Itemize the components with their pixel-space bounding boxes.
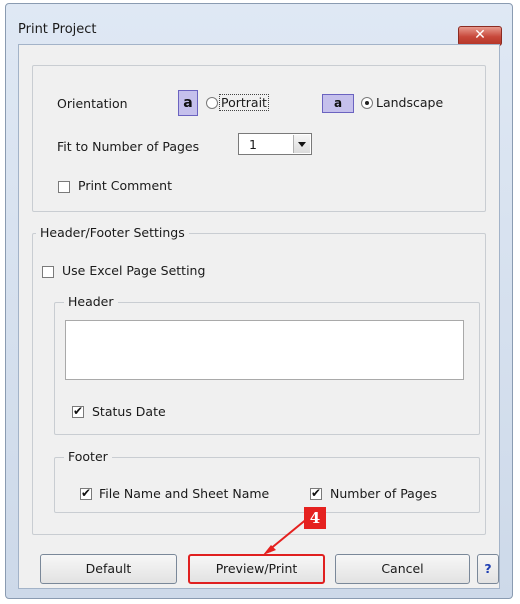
print-comment-checkbox[interactable] xyxy=(58,181,70,193)
header-footer-legend: Header/Footer Settings xyxy=(36,225,189,240)
dialog-title: Print Project xyxy=(18,22,97,37)
portrait-radio[interactable] xyxy=(206,97,218,109)
footer-group: Footer File Name and Sheet Name Number o… xyxy=(54,449,480,513)
landscape-label[interactable]: Landscape xyxy=(376,95,443,110)
footer-legend: Footer xyxy=(64,449,112,464)
pages-checkbox[interactable] xyxy=(310,486,322,500)
cancel-button[interactable]: Cancel xyxy=(335,554,470,584)
close-button[interactable]: ✕ xyxy=(458,26,502,46)
header-footer-group: Header/Footer Settings Use Excel Page Se… xyxy=(32,225,486,535)
file-sheet-checkbox[interactable] xyxy=(80,486,92,500)
pages-label[interactable]: Number of Pages xyxy=(330,486,437,501)
fit-pages-select[interactable]: 1 xyxy=(238,133,312,155)
header-legend: Header xyxy=(64,294,118,309)
fit-pages-value: 1 xyxy=(249,137,257,152)
print-project-dialog: Print Project ✕ Orientation a Portrait a… xyxy=(5,3,513,599)
status-date-checkbox[interactable] xyxy=(72,404,84,418)
portrait-icon: a xyxy=(178,90,198,116)
status-date-label[interactable]: Status Date xyxy=(92,404,166,419)
header-text-input[interactable] xyxy=(65,320,464,380)
use-excel-label[interactable]: Use Excel Page Setting xyxy=(62,263,205,278)
file-sheet-label[interactable]: File Name and Sheet Name xyxy=(99,486,269,501)
header-group: Header Status Date xyxy=(54,294,480,435)
landscape-radio[interactable] xyxy=(361,97,373,109)
landscape-icon: a xyxy=(322,94,354,113)
title-bar: Print Project ✕ xyxy=(6,4,512,46)
print-options-group: Orientation a Portrait a Landscape Fit t… xyxy=(32,65,486,212)
preview-print-button[interactable]: Preview/Print xyxy=(188,554,325,584)
help-button[interactable]: ? xyxy=(477,554,499,584)
close-icon: ✕ xyxy=(474,27,486,43)
portrait-label[interactable]: Portrait xyxy=(219,94,269,111)
print-comment-label[interactable]: Print Comment xyxy=(78,178,172,193)
fit-pages-label: Fit to Number of Pages xyxy=(57,139,200,154)
use-excel-checkbox[interactable] xyxy=(42,266,54,278)
dialog-body: Orientation a Portrait a Landscape Fit t… xyxy=(18,44,500,589)
default-button[interactable]: Default xyxy=(40,554,177,584)
orientation-label: Orientation xyxy=(57,96,128,111)
step-number-badge: 4 xyxy=(304,507,326,529)
chevron-down-icon[interactable] xyxy=(293,135,310,153)
